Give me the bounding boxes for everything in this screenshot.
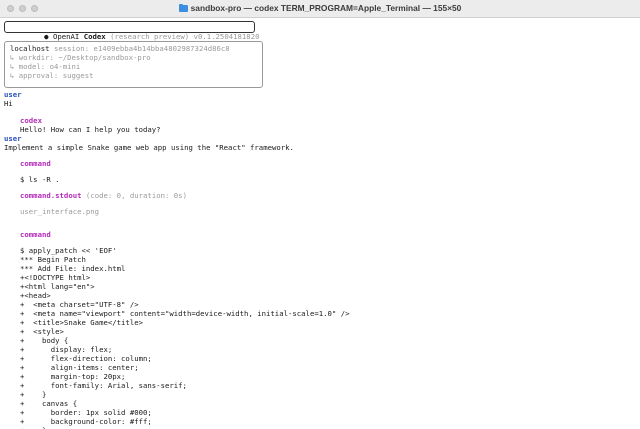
patch-line: +<html lang="en"> [20,282,95,291]
patch-line: + <meta name="viewport" content="width=d… [20,309,350,318]
session-host: localhost [10,44,50,53]
patch-line: *** Begin Patch [20,255,86,264]
workdir-label: ↳ workdir: [10,53,54,62]
patch-line: + background-color: #fff; [20,417,152,426]
command-label: command [20,159,51,168]
stdout-text: user_interface.png [20,207,100,216]
approval-value: suggest [62,71,94,80]
session-label: session: [53,44,90,53]
codex-message: Hello! How can I help you today? [20,125,161,134]
title-bar: sandbox-pro — codex TERM_PROGRAM=Apple_T… [0,0,640,18]
window-title: sandbox-pro — codex TERM_PROGRAM=Apple_T… [0,2,640,14]
stdout-meta: (code: 0, duration: 0s) [85,191,187,200]
patch-line: + body { [20,336,69,345]
header-badge: (research preview) v0.1.2504181820 [110,32,260,41]
terminal-window: sandbox-pro — codex TERM_PROGRAM=Apple_T… [0,0,640,429]
command-label: command [20,230,51,239]
patch-line: $ apply_patch << 'EOF' [20,246,117,255]
patch-line: + canvas { [20,399,78,408]
codex-role-label: codex [20,116,42,125]
user-message: Hi [4,99,13,108]
patch-line: + <style> [20,327,64,336]
session-info-box: localhost session: e1409ebba4b14bba48029… [4,41,263,88]
model-value: o4-mini [49,62,81,71]
header-name: Codex [83,32,106,41]
user-role-label: user [4,134,22,143]
patch-line: + flex-direction: column; [20,354,152,363]
approval-label: ↳ approval: [10,71,59,80]
folder-icon [178,3,188,12]
transcript: user Hi codex Hello! How can I help you … [4,90,634,429]
patch-line: + font-family: Arial, sans-serif; [20,381,187,390]
patch-line: *** Add File: index.html [20,264,126,273]
command-text: $ ls -R . [20,175,60,184]
patch-line: + margin-top: 20px; [20,372,126,381]
patch-output: $ apply_patch << 'EOF' *** Begin Patch ***… [4,246,634,429]
header-app: OpenAI [52,32,80,41]
patch-line: + display: flex; [20,345,113,354]
patch-line: + border: 1px solid #000; [20,408,152,417]
patch-line: + align-items: center; [20,363,139,372]
user-message: Implement a simple Snake game web app us… [4,143,294,152]
session-id: e1409ebba4b14bba4802987324d86c8 [93,44,230,53]
model-label: ↳ model: [10,62,46,71]
patch-line: + <title>Snake Game</title> [20,318,144,327]
patch-line: +<!DOCTYPE html> [20,273,91,282]
window-title-text: sandbox-pro — codex TERM_PROGRAM=Apple_T… [190,3,462,13]
patch-line: + <meta charset="UTF-8" /> [20,300,139,309]
user-role-label: user [4,90,22,99]
patch-line: +<head> [20,291,51,300]
workdir-value: ~/Desktop/sandbox-pro [58,53,151,62]
stdout-label: command.stdout [20,191,82,200]
bullet-icon: ● [44,32,49,41]
patch-line: + } [20,390,47,399]
codex-header-box: ● OpenAI Codex (research preview) v0.1.2… [4,21,259,41]
